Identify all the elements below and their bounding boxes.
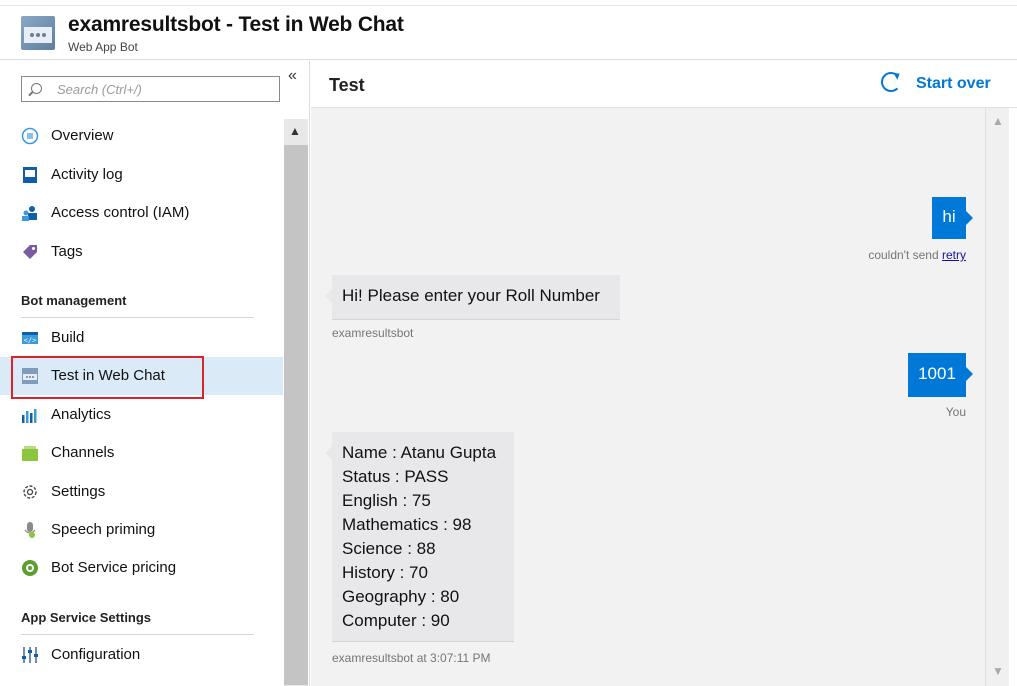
message-text: Hi! Please enter your Roll Number — [342, 286, 600, 305]
message-status: couldn't send retry — [868, 248, 966, 262]
selection-highlight-box — [11, 356, 204, 399]
chat-scrollbar[interactable]: ▲ ▼ — [985, 108, 1009, 686]
message-sender: examresultsbot — [332, 326, 414, 340]
message-sender: You — [945, 405, 966, 419]
page-title: examresultsbot - Test in Web Chat — [68, 13, 404, 36]
tag-icon — [23, 245, 37, 259]
result-line-name: Name : Atanu Gupta — [342, 443, 497, 462]
bot-message-bubble: Hi! Please enter your Roll Number — [325, 275, 620, 320]
message-text: 1001 — [918, 364, 956, 383]
panel-title: Test — [329, 75, 365, 95]
gear-icon — [23, 485, 37, 499]
sidebar-item-activity-log[interactable]: Activity log — [0, 156, 283, 194]
activity-log-icon — [23, 167, 37, 183]
pricing-icon — [22, 560, 38, 576]
sidebar-item-label: Overview — [51, 127, 114, 144]
sidebar-item-label: Tags — [51, 243, 83, 260]
test-panel: Test Start over hi couldn't send retry H… — [311, 61, 1017, 686]
channels-icon — [22, 446, 38, 461]
send-status-text: couldn't send — [868, 248, 939, 262]
retry-link[interactable]: retry — [942, 248, 966, 262]
sidebar-item-label: Build — [51, 329, 85, 346]
start-over-button[interactable]: Start over — [881, 71, 1001, 99]
access-control-icon — [22, 206, 37, 221]
sidebar-item-label: Channels — [51, 444, 115, 461]
sidebar-item-access-control[interactable]: Access control (IAM) — [0, 194, 283, 232]
sidebar-item-overview[interactable]: Overview — [0, 117, 283, 155]
configuration-icon — [22, 647, 38, 663]
sidebar-item-label: Activity log — [51, 166, 123, 183]
section-heading-bot-management: Bot management — [21, 293, 127, 308]
sidebar-item-label: Settings — [51, 483, 106, 500]
message-text: hi — [942, 207, 956, 226]
result-line-mathematics: Mathematics : 98 — [342, 515, 472, 534]
sidebar-item-settings[interactable]: Settings — [0, 473, 283, 511]
sidebar-item-speech-priming[interactable]: Speech priming — [0, 511, 283, 549]
section-heading-app-service-settings: App Service Settings — [21, 610, 152, 625]
blade-header: examresultsbot - Test in Web Chat Web Ap… — [0, 7, 1017, 60]
section-divider — [21, 317, 254, 318]
sidebar-item-analytics[interactable]: Analytics — [0, 396, 283, 434]
result-line-science: Science : 88 — [342, 539, 436, 558]
web-app-bot-icon — [21, 16, 55, 50]
sidebar-item-label: Configuration — [51, 646, 141, 663]
user-message-bubble: 1001 — [908, 353, 973, 397]
collapse-sidebar-button[interactable]: « — [288, 67, 297, 85]
build-icon: </> — [22, 332, 38, 345]
sidebar-item-channels[interactable]: Channels — [0, 434, 283, 472]
sidebar-item-build[interactable]: </> Build — [0, 319, 283, 357]
page-subtitle: Web App Bot — [68, 40, 138, 54]
sidebar-item-label: Access control (IAM) — [51, 204, 190, 221]
search-placeholder: Search (Ctrl+/) — [57, 82, 142, 97]
sidebar-item-configuration[interactable]: Configuration — [0, 636, 283, 674]
search-icon — [31, 83, 42, 94]
sidebar-scrollbar[interactable]: ▲ — [284, 119, 308, 686]
sidebar-item-label: Analytics — [51, 406, 112, 423]
result-line-history: History : 70 — [342, 563, 428, 582]
user-message-bubble: hi — [932, 197, 973, 239]
result-line-english: English : 75 — [342, 491, 431, 510]
sidebar-item-label: Bot Service pricing — [51, 559, 177, 576]
scroll-up-arrow-icon[interactable]: ▲ — [289, 124, 301, 138]
sidebar-item-bot-service-pricing[interactable]: Bot Service pricing — [0, 549, 283, 587]
sidebar-item-tags[interactable]: Tags — [0, 233, 283, 271]
scroll-up-arrow-icon[interactable]: ▲ — [992, 114, 1004, 128]
top-strip — [0, 0, 1017, 6]
bot-message-bubble: Name : Atanu Gupta Status : PASS English… — [325, 432, 514, 642]
message-sender-timestamp: examresultsbot at 3:07:11 PM — [332, 651, 491, 665]
speech-priming-icon — [24, 522, 36, 538]
sidebar: Search (Ctrl+/) « Overview Activity log … — [0, 61, 310, 686]
analytics-icon — [22, 409, 37, 423]
sidebar-scroll-thumb[interactable] — [284, 145, 308, 685]
svg-text:</>: </> — [24, 337, 37, 345]
scroll-down-arrow-icon[interactable]: ▼ — [992, 664, 1004, 678]
result-line-geography: Geography : 80 — [342, 587, 460, 606]
result-line-status: Status : PASS — [342, 467, 449, 486]
overview-icon — [21, 127, 39, 145]
refresh-icon — [881, 72, 901, 92]
search-input[interactable]: Search (Ctrl+/) — [21, 76, 280, 102]
section-divider — [21, 634, 254, 635]
sidebar-item-label: Speech priming — [51, 521, 156, 538]
chat-transcript[interactable]: hi couldn't send retry Hi! Please enter … — [311, 108, 985, 686]
result-line-computer: Computer : 90 — [342, 611, 450, 630]
start-over-label: Start over — [916, 75, 991, 92]
